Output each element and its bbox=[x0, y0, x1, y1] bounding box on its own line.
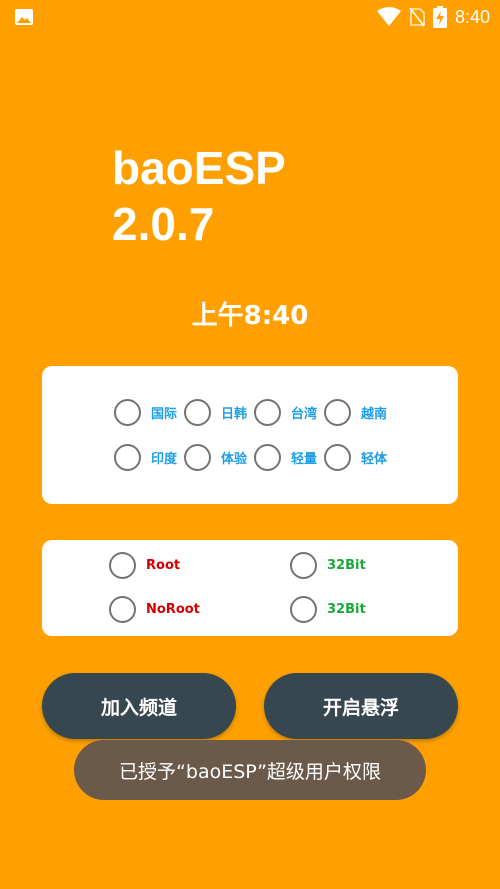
radio-circle[interactable] bbox=[114, 444, 141, 471]
radio-circle[interactable] bbox=[324, 399, 351, 426]
radio-label: 台湾 bbox=[291, 407, 318, 422]
radio-region-japan-korea[interactable]: 日韩 bbox=[184, 399, 247, 426]
radio-32bit-root[interactable]: 32Bit bbox=[290, 552, 366, 579]
radio-region-lite[interactable]: 轻量 bbox=[254, 444, 317, 471]
radio-circle[interactable] bbox=[324, 444, 351, 471]
radio-region-vietnam[interactable]: 越南 bbox=[324, 399, 387, 426]
radio-label: 国际 bbox=[151, 407, 178, 422]
radio-region-light-body[interactable]: 轻体 bbox=[324, 444, 387, 471]
radio-circle[interactable] bbox=[109, 596, 136, 623]
region-options-card: 国际 日韩 台湾 越南 印度 体验 轻量 轻体 bbox=[42, 366, 458, 504]
radio-region-experience[interactable]: 体验 bbox=[184, 444, 247, 471]
radio-circle[interactable] bbox=[254, 444, 281, 471]
radio-noroot[interactable]: NoRoot bbox=[109, 596, 200, 623]
clock-text: 上午8:40 bbox=[191, 301, 309, 331]
status-time: 8:40 bbox=[454, 6, 490, 27]
radio-circle[interactable] bbox=[184, 399, 211, 426]
radio-label: Root bbox=[146, 558, 181, 573]
radio-circle[interactable] bbox=[109, 552, 136, 579]
radio-label: 32Bit bbox=[327, 602, 366, 617]
radio-label: 越南 bbox=[361, 407, 388, 422]
radio-region-india[interactable]: 印度 bbox=[114, 444, 177, 471]
battery-charging-icon bbox=[432, 6, 447, 28]
image-notification-icon bbox=[15, 9, 33, 25]
status-icons: 8:40 bbox=[376, 4, 490, 30]
radio-32bit-noroot[interactable]: 32Bit bbox=[290, 596, 366, 623]
status-bar: 8:40 bbox=[0, 0, 500, 34]
mode-options-card: Root 32Bit NoRoot 32Bit bbox=[42, 540, 458, 636]
radio-label: 轻量 bbox=[291, 452, 318, 467]
no-sim-icon bbox=[409, 7, 425, 27]
radio-label: NoRoot bbox=[146, 602, 200, 617]
toast-message: 已授予“baoESP”超级用户权限 bbox=[74, 740, 426, 800]
wifi-icon bbox=[376, 7, 401, 26]
app-name: baoESP bbox=[112, 142, 286, 194]
join-channel-button[interactable]: 加入频道 bbox=[42, 673, 236, 739]
radio-circle[interactable] bbox=[290, 552, 317, 579]
radio-circle[interactable] bbox=[184, 444, 211, 471]
radio-label: 体验 bbox=[221, 452, 248, 467]
radio-label: 日韩 bbox=[221, 407, 248, 422]
radio-label: 32Bit bbox=[327, 558, 366, 573]
radio-circle[interactable] bbox=[114, 399, 141, 426]
app-version: 2.0.7 bbox=[112, 198, 215, 250]
radio-label: 轻体 bbox=[361, 452, 388, 467]
radio-region-international[interactable]: 国际 bbox=[114, 399, 177, 426]
radio-label: 印度 bbox=[151, 452, 178, 467]
open-float-button[interactable]: 开启悬浮 bbox=[264, 673, 458, 739]
radio-region-taiwan[interactable]: 台湾 bbox=[254, 399, 317, 426]
radio-circle[interactable] bbox=[254, 399, 281, 426]
radio-circle[interactable] bbox=[290, 596, 317, 623]
radio-root[interactable]: Root bbox=[109, 552, 180, 579]
app-title: baoESP 2.0.7 bbox=[112, 140, 286, 252]
